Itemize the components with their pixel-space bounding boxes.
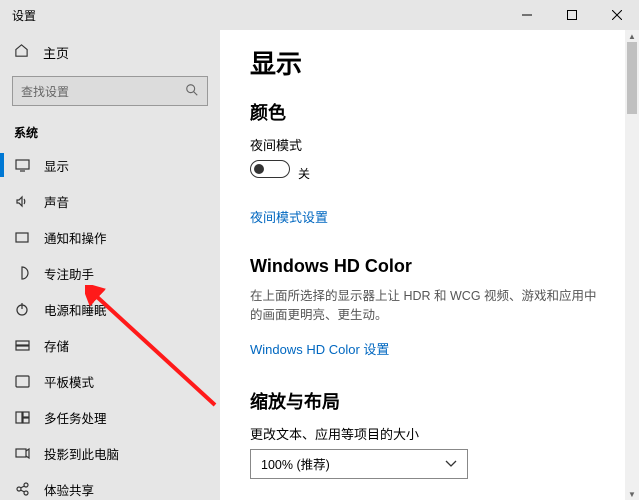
nav-label: 多任务处理 [44,408,107,427]
nav-label: 声音 [44,192,69,211]
chevron-down-icon [445,457,457,471]
section-scale: 缩放与布局 [250,388,609,414]
sidebar-item-sound[interactable]: 声音 [0,183,220,219]
nav-label: 投影到此电脑 [44,444,119,463]
sidebar-item-shared[interactable]: 体验共享 [0,471,220,500]
notification-icon [14,231,30,244]
storage-icon [14,340,30,351]
night-mode-label: 夜间模式 [250,135,609,154]
section-label: 系统 [0,116,220,147]
sidebar-item-project[interactable]: 投影到此电脑 [0,435,220,471]
section-hdcolor: Windows HD Color [250,256,609,277]
home-label: 主页 [43,43,69,62]
page-title: 显示 [250,44,609,81]
scroll-down-icon[interactable]: ▼ [625,488,639,500]
scrollbar[interactable]: ▲ ▼ [625,30,639,500]
maximize-button[interactable] [549,0,594,30]
nav-label: 平板模式 [44,372,94,391]
scale-value: 100% (推荐) [261,454,330,473]
nav-label: 专注助手 [44,264,94,283]
focus-icon [14,266,30,280]
nav-label: 显示 [44,156,69,175]
minimize-button[interactable] [504,0,549,30]
share-icon [14,482,30,496]
scale-label: 更改文本、应用等项目的大小 [250,424,609,443]
close-button[interactable] [594,0,639,30]
night-mode-state: 关 [298,167,310,181]
sound-icon [14,195,30,208]
sidebar-item-tablet[interactable]: 平板模式 [0,363,220,399]
search-icon [185,83,199,100]
window-title: 设置 [12,7,36,24]
home-button[interactable]: 主页 [0,36,220,68]
search-placeholder: 查找设置 [21,83,185,100]
home-icon [14,43,29,61]
night-mode-settings-link[interactable]: 夜间模式设置 [250,207,328,226]
sidebar-item-display[interactable]: 显示 [0,147,220,183]
tablet-icon [14,375,30,388]
section-color: 颜色 [250,99,609,125]
sidebar-item-power[interactable]: 电源和睡眠 [0,291,220,327]
display-icon [14,159,30,172]
nav-label: 通知和操作 [44,228,107,247]
sidebar: 主页 查找设置 系统 显示 声音 通知和操作 专注助手 电源和睡眠 存储 平板模… [0,30,220,500]
advanced-scale-link[interactable]: 高级缩放设置 [250,497,328,500]
main-content: 显示 颜色 夜间模式 关 夜间模式设置 Windows HD Color 在上面… [220,30,639,500]
hdcolor-settings-link[interactable]: Windows HD Color 设置 [250,339,389,358]
sidebar-item-focus[interactable]: 专注助手 [0,255,220,291]
titlebar: 设置 [0,0,639,30]
project-icon [14,447,30,460]
multitask-icon [14,411,30,424]
sidebar-item-notifications[interactable]: 通知和操作 [0,219,220,255]
power-icon [14,302,30,316]
nav-label: 体验共享 [44,480,94,499]
hdcolor-desc: 在上面所选择的显示器上让 HDR 和 WCG 视频、游戏和应用中的画面更明亮、更… [250,287,609,325]
nav-list: 显示 声音 通知和操作 专注助手 电源和睡眠 存储 平板模式 多任务处理 投影到… [0,147,220,500]
night-mode-toggle[interactable] [250,160,290,178]
sidebar-item-multitask[interactable]: 多任务处理 [0,399,220,435]
search-input[interactable]: 查找设置 [12,76,208,106]
nav-label: 存储 [44,336,69,355]
scroll-up-icon[interactable]: ▲ [625,30,639,42]
sidebar-item-storage[interactable]: 存储 [0,327,220,363]
scrollbar-thumb[interactable] [627,42,637,114]
scale-dropdown[interactable]: 100% (推荐) [250,449,468,479]
nav-label: 电源和睡眠 [44,300,107,319]
